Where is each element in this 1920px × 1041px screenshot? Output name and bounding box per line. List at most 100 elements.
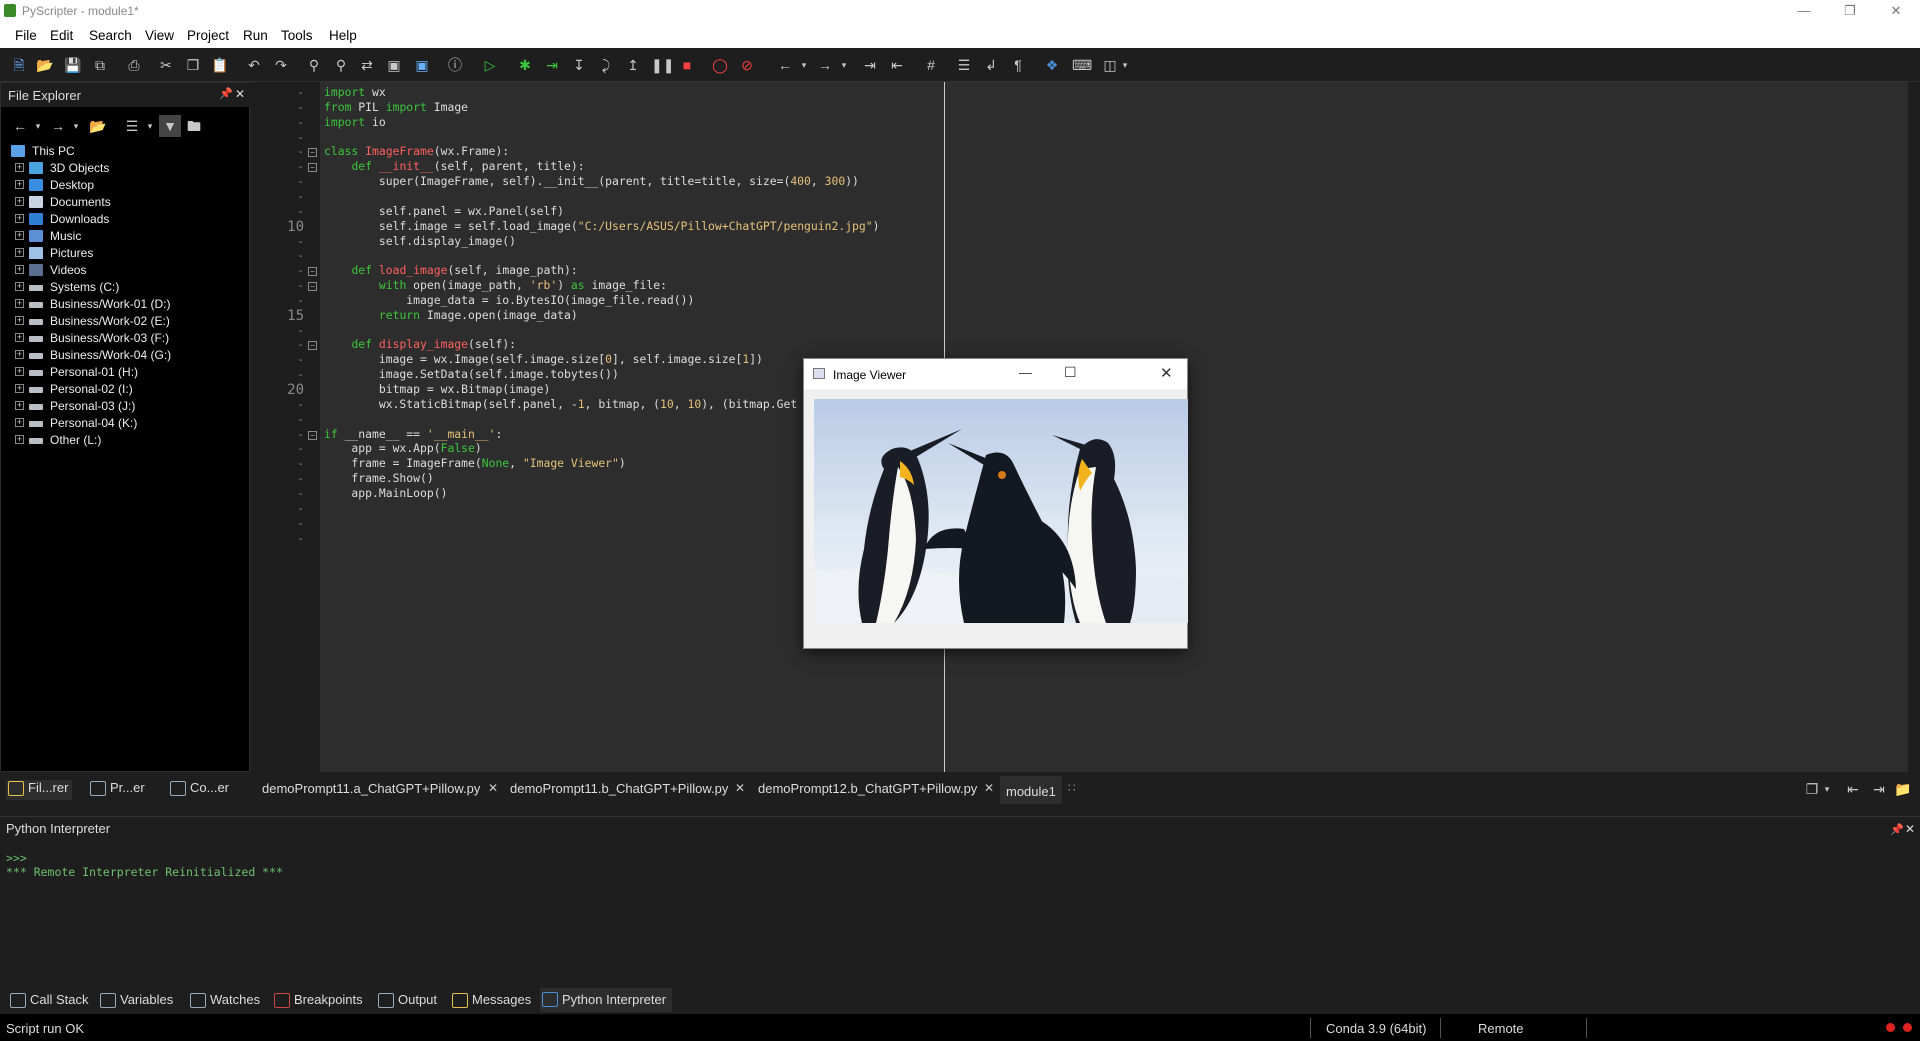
undo-icon[interactable]: ↶ xyxy=(245,56,263,74)
word-wrap-icon[interactable]: ↲ xyxy=(982,56,1000,74)
expand-icon[interactable]: + xyxy=(15,163,24,172)
keyboard-icon[interactable]: ⌨ xyxy=(1072,56,1092,74)
expand-icon[interactable]: + xyxy=(15,418,24,427)
close-tab-icon[interactable]: ✕ xyxy=(488,781,498,795)
expand-icon[interactable]: + xyxy=(15,350,24,359)
forward-icon[interactable]: → xyxy=(816,56,834,74)
toggle-breakpoint-icon[interactable]: ◯ xyxy=(711,56,729,74)
tab-project-explorer[interactable]: Pr...er xyxy=(88,780,145,800)
minimize-icon[interactable]: — xyxy=(1019,365,1032,380)
python-icon[interactable]: ❖ xyxy=(1043,56,1061,74)
image-viewer-window[interactable]: Image Viewer — ☐ ✕ xyxy=(803,358,1188,649)
expand-icon[interactable]: + xyxy=(15,248,24,257)
pin-icon[interactable]: 📌 xyxy=(219,87,233,100)
tab-drag-handle-icon[interactable]: ∷ xyxy=(1068,781,1076,795)
open-file-icon[interactable]: 📂 xyxy=(36,56,54,74)
interpreter-mode[interactable]: Remote xyxy=(1478,1021,1524,1036)
explorer-filter-icon[interactable]: ▼ xyxy=(159,115,181,137)
close-icon[interactable]: ✕ xyxy=(1160,364,1173,382)
expand-icon[interactable]: + xyxy=(15,231,24,240)
fold-toggle-icon[interactable]: − xyxy=(308,163,317,173)
pin-icon[interactable]: 📌 xyxy=(1890,823,1904,836)
pause-icon[interactable]: ❚❚ xyxy=(651,56,674,74)
interpreter-console[interactable]: >>> *** Remote Interpreter Reinitialized… xyxy=(0,845,1916,985)
explorer-new-folder-icon[interactable]: 🖿 xyxy=(185,117,203,135)
step-out-icon[interactable]: ↥ xyxy=(624,56,642,74)
goto-line-icon[interactable]: ▣ xyxy=(413,56,431,74)
menu-search[interactable]: Search xyxy=(89,28,132,43)
new-tab-icon[interactable]: 📁 xyxy=(1894,780,1912,798)
comment-icon[interactable]: # xyxy=(922,56,940,74)
menu-project[interactable]: Project xyxy=(187,28,229,43)
explorer-view-dropdown-icon[interactable]: ▾ xyxy=(141,117,159,135)
fold-toggle-icon[interactable]: − xyxy=(308,148,317,158)
explorer-back-icon[interactable]: ← xyxy=(11,117,29,135)
expand-icon[interactable]: + xyxy=(15,180,24,189)
menu-view[interactable]: View xyxy=(145,28,174,43)
tab-python-interpreter[interactable]: Python Interpreter xyxy=(540,988,673,1012)
tab-variables[interactable]: Variables xyxy=(98,992,173,1012)
save-all-icon[interactable]: ⧉ xyxy=(91,56,109,74)
expand-icon[interactable]: + xyxy=(15,333,24,342)
back-icon[interactable]: ← xyxy=(776,56,794,74)
tab-call-stack[interactable]: Call Stack xyxy=(8,992,89,1012)
dedent-icon[interactable]: ⇤ xyxy=(888,56,906,74)
minimize-window-button[interactable]: — xyxy=(1790,2,1818,20)
expand-icon[interactable]: + xyxy=(15,316,24,325)
menu-file[interactable]: File xyxy=(15,28,37,43)
file-tab-demoprompt11b[interactable]: demoPrompt11.b_ChatGPT+Pillow.py xyxy=(510,781,728,796)
menu-tools[interactable]: Tools xyxy=(281,28,313,43)
fold-toggle-icon[interactable]: − xyxy=(308,282,317,292)
fold-toggle-icon[interactable]: − xyxy=(308,341,317,351)
tab-breakpoints[interactable]: Breakpoints xyxy=(272,992,363,1012)
run-icon[interactable]: ▷ xyxy=(481,56,499,74)
save-icon[interactable]: 💾 xyxy=(64,56,82,74)
fold-toggle-icon[interactable]: − xyxy=(308,430,317,440)
menu-run[interactable]: Run xyxy=(243,28,268,43)
find-next-icon[interactable]: ⚲ xyxy=(332,56,350,74)
window-list-dropdown-icon[interactable]: ▾ xyxy=(1818,780,1836,798)
expand-icon[interactable]: + xyxy=(15,197,24,206)
file-tab-module1[interactable]: module1 xyxy=(1000,776,1062,804)
find-icon[interactable]: ⚲ xyxy=(305,56,323,74)
abort-icon[interactable]: ■ xyxy=(678,56,696,74)
run-to-cursor-icon[interactable]: ⇥ xyxy=(543,56,561,74)
redo-icon[interactable]: ↷ xyxy=(272,56,290,74)
expand-icon[interactable]: + xyxy=(15,384,24,393)
list-icon[interactable]: ☰ xyxy=(955,56,973,74)
indent-icon[interactable]: ⇥ xyxy=(861,56,879,74)
tab-nav-left-icon[interactable]: ⇤ xyxy=(1844,780,1862,798)
clear-breakpoints-icon[interactable]: ⊘ xyxy=(738,56,756,74)
forward-dropdown-icon[interactable]: ▾ xyxy=(835,56,853,74)
python-environment[interactable]: Conda 3.9 (64bit) xyxy=(1326,1021,1426,1036)
expand-icon[interactable]: + xyxy=(15,299,24,308)
explorer-back-dropdown-icon[interactable]: ▾ xyxy=(29,117,47,135)
info-icon[interactable]: ⓘ xyxy=(446,56,464,74)
file-tab-demoprompt11a[interactable]: demoPrompt11.a_ChatGPT+Pillow.py xyxy=(262,781,480,796)
tab-file-explorer[interactable]: Fil...rer xyxy=(6,780,73,800)
cut-icon[interactable]: ✂ xyxy=(157,56,175,74)
explorer-browse-folder-icon[interactable]: 📂 xyxy=(89,117,107,135)
new-file-icon[interactable]: 🗎 xyxy=(10,56,28,74)
explorer-tree-view-icon[interactable]: ☰ xyxy=(123,117,141,135)
debug-icon[interactable]: ✱ xyxy=(516,56,534,74)
close-tab-icon[interactable]: ✕ xyxy=(984,781,994,795)
explorer-forward-dropdown-icon[interactable]: ▾ xyxy=(67,117,85,135)
tab-messages[interactable]: Messages xyxy=(450,992,531,1012)
file-tab-demoprompt12b[interactable]: demoPrompt12.b_ChatGPT+Pillow.py xyxy=(758,781,977,796)
step-over-icon[interactable]: ⤸ xyxy=(597,56,615,74)
menu-edit[interactable]: Edit xyxy=(50,28,73,43)
close-tab-icon[interactable]: ✕ xyxy=(735,781,745,795)
tab-nav-right-icon[interactable]: ⇥ xyxy=(1870,780,1888,798)
show-special-chars-icon[interactable]: ¶ xyxy=(1009,56,1027,74)
menu-help[interactable]: Help xyxy=(329,28,357,43)
expand-icon[interactable]: + xyxy=(15,214,24,223)
step-into-icon[interactable]: ↧ xyxy=(570,56,588,74)
tab-code-explorer[interactable]: Co...er xyxy=(168,780,229,800)
close-window-button[interactable]: ✕ xyxy=(1882,2,1910,20)
find-in-files-icon[interactable]: ▣ xyxy=(385,56,403,74)
replace-icon[interactable]: ⇄ xyxy=(358,56,376,74)
print-icon[interactable]: ⎙ xyxy=(125,56,143,74)
close-panel-icon[interactable]: ✕ xyxy=(1905,822,1915,836)
expand-icon[interactable]: + xyxy=(15,435,24,444)
